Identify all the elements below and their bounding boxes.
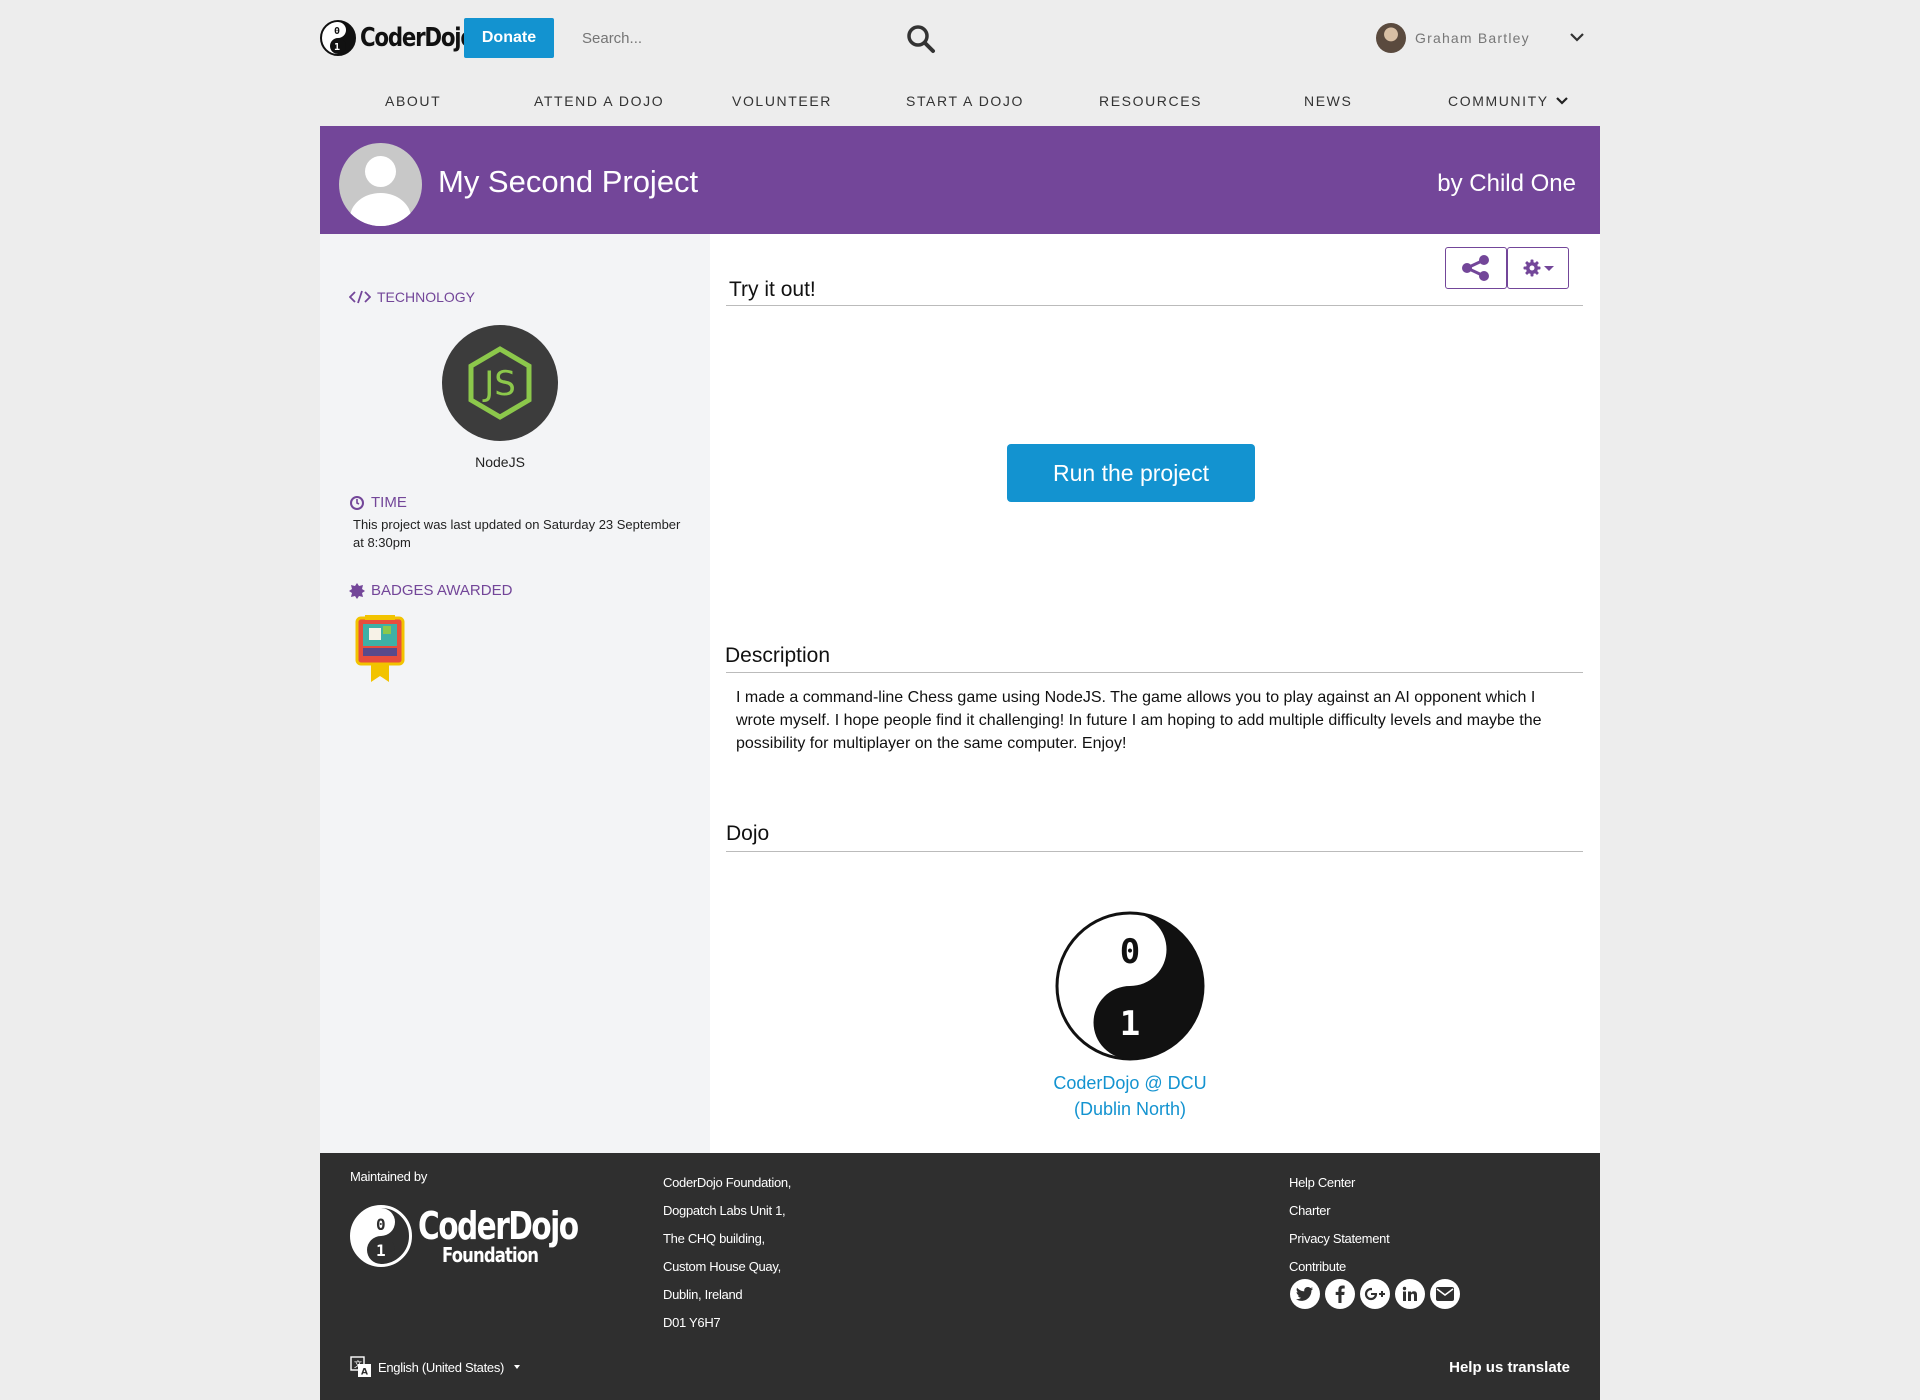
last-updated-text: This project was last updated on Saturda… <box>353 517 681 550</box>
technology-name: NodeJS <box>475 454 525 470</box>
divider <box>726 851 1583 852</box>
footer: Maintained by 01 CoderDojo Foundation Co… <box>320 1153 1600 1400</box>
settings-dropdown-button[interactable] <box>1507 247 1569 289</box>
contribute-link[interactable]: Contribute <box>1289 1253 1389 1281</box>
try-it-out-heading: Try it out! <box>729 278 816 301</box>
translate-icon: 文 A <box>350 1356 371 1378</box>
nav-item-volunteer[interactable]: VOLUNTEER <box>732 93 832 109</box>
svg-text:0: 0 <box>1120 932 1140 972</box>
footer-links: Help Center Charter Privacy Statement Co… <box>1289 1169 1390 1281</box>
project-header: My Second Project by Child One <box>320 126 1600 234</box>
project-author[interactable]: by Child One <box>1437 170 1576 198</box>
gear-icon <box>1523 259 1540 277</box>
svg-text:JS: JS <box>482 364 516 404</box>
project-title: My Second Project <box>438 164 699 199</box>
project-main: Try it out! Run the project Description … <box>710 234 1600 1153</box>
logo-text: CoderDojo <box>360 23 475 53</box>
svg-text:A: A <box>361 1368 368 1378</box>
svg-text:1: 1 <box>1120 1004 1140 1044</box>
facebook-icon[interactable] <box>1325 1279 1355 1309</box>
yin-yang-logo-icon: 01 <box>320 20 356 56</box>
user-name: Graham Bartley <box>1415 30 1530 46</box>
foundation-address: CoderDojo Foundation, Dogpatch Labs Unit… <box>663 1175 792 1330</box>
time-heading: TIME <box>349 494 407 511</box>
dojo-link[interactable]: CoderDojo @ DCU (Dublin North) <box>1010 1070 1250 1122</box>
technology-heading: TECHNOLOGY <box>349 289 475 305</box>
description-heading: Description <box>725 644 831 667</box>
social-links <box>1290 1279 1460 1309</box>
nav-item-about[interactable]: ABOUT <box>385 93 441 109</box>
dojo-location: (Dublin North) <box>1073 1099 1187 1119</box>
share-icon <box>1462 255 1489 281</box>
divider <box>726 672 1583 673</box>
yin-yang-logo-icon: 01 <box>350 1205 412 1267</box>
code-icon <box>349 290 371 304</box>
linkedin-icon[interactable] <box>1395 1279 1425 1309</box>
coderdojo-foundation-logo[interactable]: 01 CoderDojo Foundation <box>350 1205 623 1267</box>
nav-item-attend-a-dojo[interactable]: ATTEND A DOJO <box>534 93 664 109</box>
top-bar: 01 CoderDojo Donate Graham Bartley <box>320 0 1600 78</box>
google-plus-icon[interactable] <box>1360 1279 1390 1309</box>
nodejs-icon: JS <box>468 346 532 420</box>
project-avatar <box>339 143 422 226</box>
main-nav: ABOUT ATTEND A DOJO VOLUNTEER START A DO… <box>320 86 1600 116</box>
search-input[interactable] <box>582 20 882 56</box>
donate-button[interactable]: Donate <box>464 18 554 58</box>
nav-item-community[interactable]: COMMUNITY <box>1448 93 1569 109</box>
chevron-down-icon <box>1555 97 1568 105</box>
avatar <box>1376 23 1406 53</box>
dojo-name: CoderDojo @ DCU <box>1053 1073 1207 1093</box>
nav-item-community-label: COMMUNITY <box>1448 93 1549 109</box>
dojo-logo-icon[interactable]: 0 1 <box>1055 911 1205 1061</box>
badge-icon <box>349 582 365 599</box>
nav-item-start-a-dojo[interactable]: START A DOJO <box>906 93 1024 109</box>
help-center-link[interactable]: Help Center <box>1289 1169 1389 1197</box>
language-selector[interactable]: 文 A English (United States) <box>350 1356 524 1378</box>
project-sidebar: TECHNOLOGY JS NodeJS TIME This project w… <box>320 234 710 1153</box>
nodejs-logo: JS <box>442 325 558 441</box>
privacy-statement-link[interactable]: Privacy Statement <box>1289 1225 1390 1253</box>
project-description: I made a command-line Chess game using N… <box>736 689 1542 752</box>
twitter-icon[interactable] <box>1290 1279 1320 1309</box>
badges-heading: BADGES AWARDED <box>349 582 512 599</box>
search-icon[interactable] <box>906 24 936 54</box>
share-button[interactable] <box>1445 247 1507 289</box>
caret-down-icon <box>1543 266 1554 271</box>
caret-down-icon <box>514 1365 521 1369</box>
email-icon[interactable] <box>1430 1279 1460 1309</box>
help-us-translate-link[interactable]: Help us translate <box>1449 1359 1570 1376</box>
chevron-down-icon[interactable] <box>1568 28 1586 46</box>
nav-item-resources[interactable]: RESOURCES <box>1099 93 1202 109</box>
nav-item-news[interactable]: NEWS <box>1304 93 1352 109</box>
divider <box>726 305 1583 306</box>
awarded-badge-icon[interactable] <box>355 614 405 684</box>
language-label: English (United States) <box>378 1359 505 1375</box>
clock-icon <box>350 495 364 510</box>
user-menu[interactable]: Graham Bartley <box>1376 23 1530 53</box>
run-project-button[interactable]: Run the project <box>1007 444 1255 502</box>
charter-link[interactable]: Charter <box>1289 1197 1389 1225</box>
dojo-heading: Dojo <box>726 822 770 845</box>
maintained-by-label: Maintained by <box>350 1169 428 1184</box>
